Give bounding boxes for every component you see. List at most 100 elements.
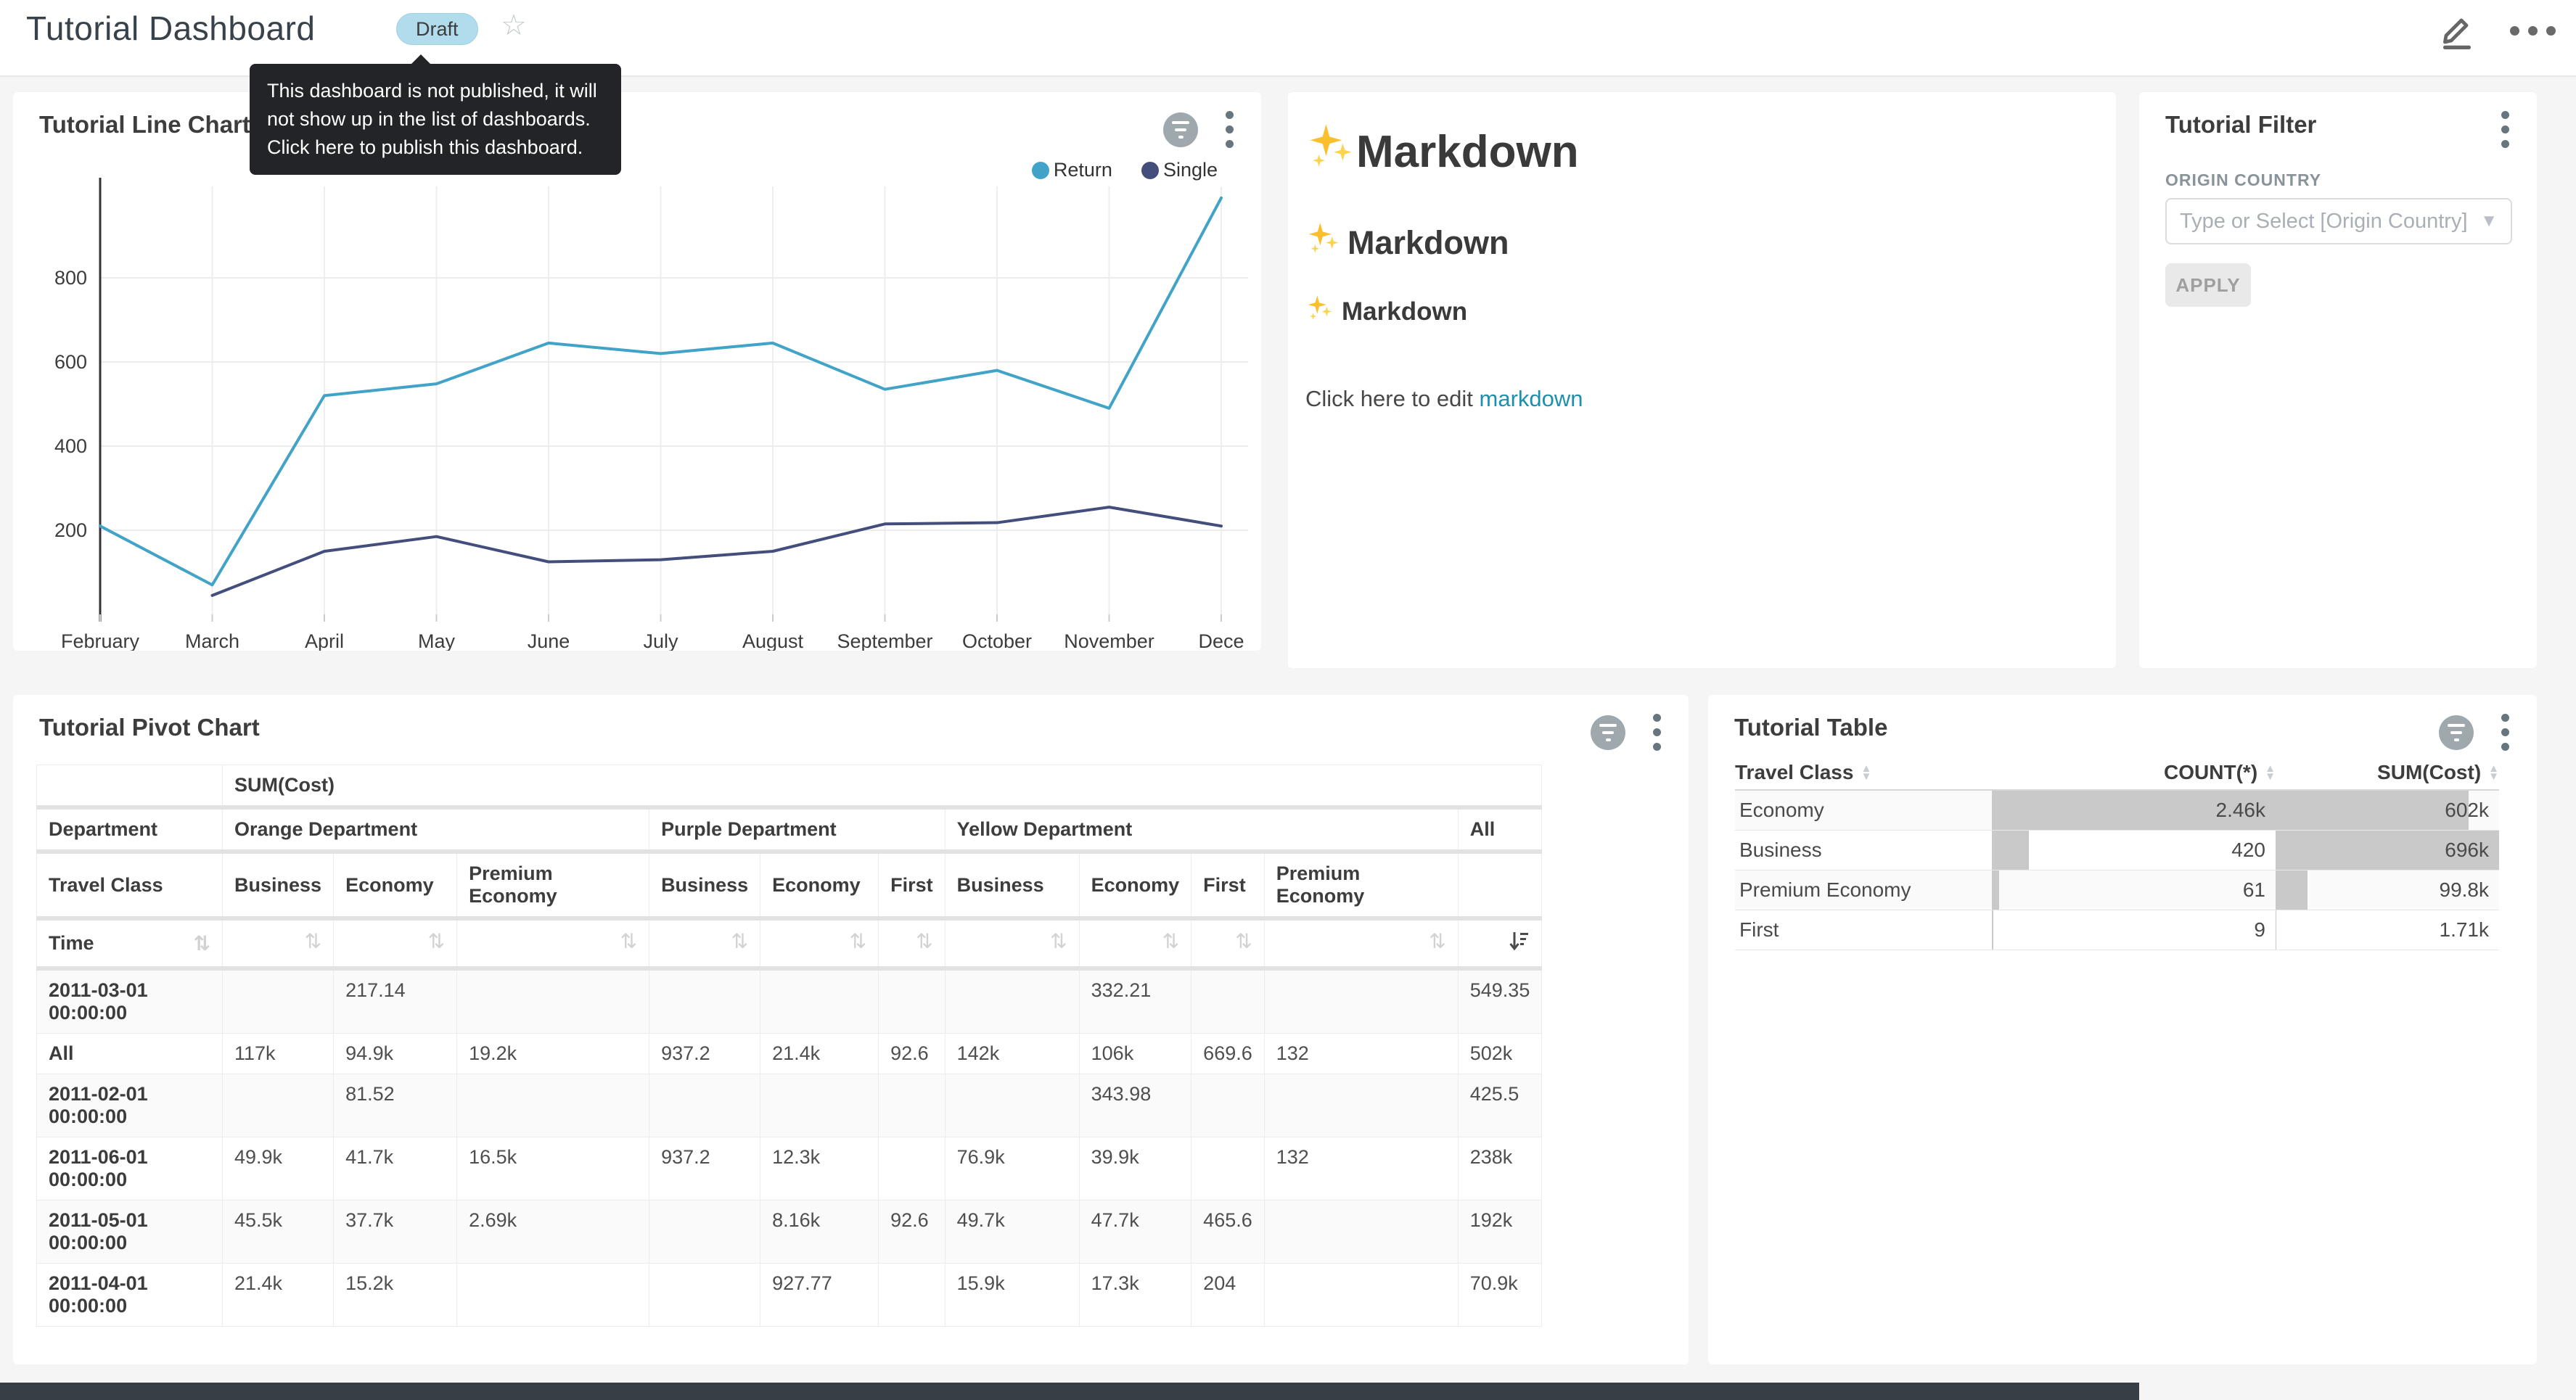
count-cell: 420 bbox=[1992, 831, 2276, 870]
edit-markdown-link[interactable]: markdown bbox=[1480, 386, 1583, 411]
sort-toggle-icon[interactable]: ⇅ bbox=[1235, 929, 1252, 953]
pivot-value-cell: 21.4k bbox=[760, 1034, 879, 1074]
pivot-sort-cell: ⇅ bbox=[649, 918, 760, 968]
pivot-value-cell: 92.6 bbox=[879, 1034, 946, 1074]
table-card-title: Tutorial Table bbox=[1734, 714, 1887, 741]
table-row: Business420696k bbox=[1735, 831, 2499, 870]
sort-toggle-icon[interactable]: ⇅ bbox=[850, 929, 866, 953]
pivot-value-cell: 465.6 bbox=[1191, 1201, 1265, 1264]
draft-badge[interactable]: Draft bbox=[396, 13, 478, 45]
pivot-value-cell: 19.2k bbox=[457, 1034, 649, 1074]
sort-descending-active-icon[interactable] bbox=[1508, 929, 1530, 958]
pivot-data-row: 2011-04-01 00:00:0021.4k15.2k927.7715.9k… bbox=[37, 1264, 1542, 1327]
pivot-group-header: Yellow Department bbox=[945, 807, 1458, 852]
sum-cell: 696k bbox=[2276, 831, 2499, 870]
pivot-sort-cell: ⇅ bbox=[760, 918, 879, 968]
sparkles-emoji bbox=[1305, 121, 1356, 183]
sort-toggle-icon[interactable]: ⇅ bbox=[1162, 929, 1179, 953]
pivot-value-cell: 49.9k bbox=[223, 1137, 334, 1201]
apply-button[interactable]: APPLY bbox=[2165, 263, 2251, 307]
sort-toggle-icon[interactable]: ⇅ bbox=[428, 929, 445, 953]
pivot-data-row: 2011-02-01 00:00:0081.52343.98425.5 bbox=[37, 1074, 1542, 1137]
table-column-header-travel-class[interactable]: Travel Class▲▼ bbox=[1735, 761, 1992, 784]
line-chart-card: Tutorial Line Chart ReturnSingle 2004006… bbox=[13, 92, 1261, 651]
pivot-value-cell: 21.4k bbox=[223, 1264, 334, 1327]
legend-item-single[interactable]: Single bbox=[1141, 159, 1218, 181]
pivot-value-cell: 669.6 bbox=[1191, 1034, 1265, 1074]
pivot-value-cell: 81.52 bbox=[334, 1074, 457, 1137]
pivot-value-cell bbox=[945, 1074, 1079, 1137]
sort-toggle-icon[interactable]: ⇅ bbox=[194, 931, 210, 955]
pivot-value-cell: 343.98 bbox=[1079, 1074, 1191, 1137]
pivot-value-cell bbox=[945, 968, 1079, 1034]
sort-toggle-icon[interactable]: ⇅ bbox=[1429, 929, 1445, 953]
count-cell: 2.46k bbox=[1992, 791, 2276, 830]
pivot-sort-cell: ⇅ bbox=[879, 918, 946, 968]
markdown-paragraph: Click here to edit markdown bbox=[1305, 386, 2094, 412]
sort-toggle-icon[interactable]: ⇅ bbox=[731, 929, 748, 953]
pivot-group-row: DepartmentOrange DepartmentPurple Depart… bbox=[37, 807, 1542, 852]
pivot-value-cell bbox=[1264, 1201, 1458, 1264]
pivot-row-label: 2011-03-01 00:00:00 bbox=[37, 968, 223, 1034]
pivot-subcol-header: First bbox=[1191, 852, 1265, 918]
pivot-subcol-header: Premium Economy bbox=[1264, 852, 1458, 918]
y-axis-tick-label: 800 bbox=[54, 267, 87, 289]
pivot-value-cell: 142k bbox=[945, 1034, 1079, 1074]
pivot-metric-row: SUM(Cost) bbox=[37, 765, 1542, 808]
edit-pencil-icon[interactable] bbox=[2437, 10, 2478, 51]
pivot-value-cell bbox=[649, 1264, 760, 1327]
y-axis-tick-label: 600 bbox=[54, 351, 87, 373]
pivot-value-cell: 16.5k bbox=[457, 1137, 649, 1201]
pivot-subcol-header: Economy bbox=[1079, 852, 1191, 918]
bottom-bar bbox=[0, 1383, 2139, 1400]
pivot-row-label: 2011-04-01 00:00:00 bbox=[37, 1264, 223, 1327]
pivot-value-cell bbox=[1191, 1137, 1265, 1201]
sort-carets-icon: ▲▼ bbox=[1861, 765, 1871, 781]
favorite-star-icon[interactable]: ☆ bbox=[501, 9, 527, 42]
pivot-value-cell: 76.9k bbox=[945, 1137, 1079, 1201]
legend-item-return[interactable]: Return bbox=[1032, 159, 1112, 181]
pivot-value-cell bbox=[879, 1074, 946, 1137]
sort-toggle-icon[interactable]: ⇅ bbox=[916, 929, 932, 953]
pivot-data-row: All117k94.9k19.2k937.221.4k92.6142k106k6… bbox=[37, 1034, 1542, 1074]
sort-toggle-icon[interactable]: ⇅ bbox=[1050, 929, 1067, 953]
chart-menu-icon[interactable] bbox=[2498, 711, 2512, 754]
pivot-value-cell bbox=[879, 968, 946, 1034]
sum-data-bar bbox=[2276, 870, 2308, 910]
chevron-down-icon: ▼ bbox=[2480, 211, 2498, 231]
pivot-subcol-header: Business bbox=[223, 852, 334, 918]
count-cell: 61 bbox=[1992, 870, 2276, 910]
pivot-subcol-row: Travel ClassBusinessEconomyPremium Econo… bbox=[37, 852, 1542, 918]
table-column-header-sum-cost-[interactable]: SUM(Cost)▲▼ bbox=[2276, 761, 2499, 784]
applied-filters-icon[interactable] bbox=[2439, 715, 2474, 750]
pivot-sort-cell: ⇅ bbox=[457, 918, 649, 968]
pivot-value-cell: 192k bbox=[1458, 1201, 1542, 1264]
table-header-row: Travel Class▲▼COUNT(*)▲▼SUM(Cost)▲▼ bbox=[1735, 756, 2499, 791]
sort-toggle-icon[interactable]: ⇅ bbox=[620, 929, 637, 953]
x-axis-tick-label: March bbox=[185, 630, 239, 651]
pivot-subcol-header: Economy bbox=[760, 852, 879, 918]
pivot-subcol-header: Business bbox=[945, 852, 1079, 918]
pivot-value-cell: 47.7k bbox=[1079, 1201, 1191, 1264]
pivot-time-header: Time⇅ bbox=[37, 918, 223, 968]
pivot-value-cell bbox=[1191, 1074, 1265, 1137]
chart-menu-icon[interactable] bbox=[1650, 711, 1664, 754]
origin-country-select[interactable]: Type or Select [Origin Country] ▼ bbox=[2165, 198, 2512, 244]
pivot-value-cell: 927.77 bbox=[760, 1264, 879, 1327]
more-actions-icon[interactable] bbox=[2510, 26, 2556, 36]
table-column-header-count-[interactable]: COUNT(*)▲▼ bbox=[1992, 761, 2276, 784]
pivot-value-cell bbox=[223, 968, 334, 1034]
count-data-bar bbox=[1992, 831, 2029, 870]
x-axis-tick-label: October bbox=[962, 630, 1032, 651]
chart-legend: Return Single bbox=[1032, 159, 1218, 181]
single-line[interactable] bbox=[213, 507, 1222, 596]
applied-filters-icon[interactable] bbox=[1591, 715, 1625, 750]
pivot-value-cell bbox=[649, 968, 760, 1034]
filter-card-title: Tutorial Filter bbox=[2165, 111, 2316, 139]
table-row: Economy2.46k602k bbox=[1735, 791, 2499, 831]
sort-toggle-icon[interactable]: ⇅ bbox=[305, 929, 321, 953]
pivot-value-cell: 2.69k bbox=[457, 1201, 649, 1264]
filter-menu-icon[interactable] bbox=[2498, 108, 2512, 151]
pivot-value-cell bbox=[760, 1074, 879, 1137]
count-data-bar bbox=[1992, 910, 1993, 950]
